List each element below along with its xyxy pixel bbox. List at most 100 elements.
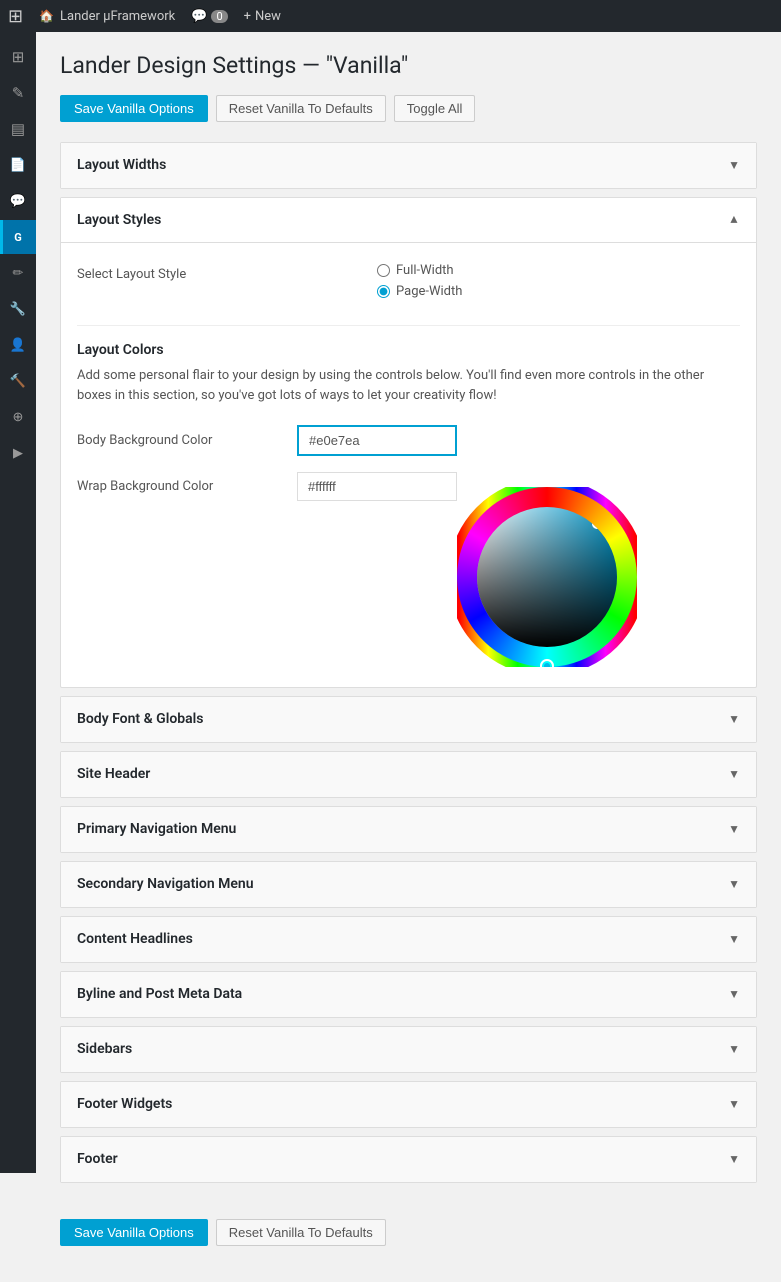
comments-link[interactable]: 💬 0 [191, 9, 227, 24]
footer-widgets-header[interactable]: Footer Widgets ▼ [61, 1082, 756, 1127]
layout-styles-label: Layout Styles [77, 212, 161, 228]
wp-logo-icon[interactable]: ⊞ [8, 6, 23, 27]
layout-widths-chevron: ▼ [728, 158, 740, 172]
toolbar: Save Vanilla Options Reset Vanilla To De… [60, 95, 757, 122]
save-button[interactable]: Save Vanilla Options [60, 95, 208, 122]
sidebars-chevron: ▼ [728, 1042, 740, 1056]
sidebar-item-posts[interactable]: ✎ [0, 76, 36, 110]
bottom-save-button[interactable]: Save Vanilla Options [60, 1219, 208, 1246]
byline-chevron: ▼ [728, 987, 740, 1001]
layout-styles-chevron: ▼ [728, 213, 740, 227]
layout-colors-title: Layout Colors [77, 342, 740, 358]
body-font-header[interactable]: Body Font & Globals ▼ [61, 697, 756, 742]
full-width-label: Full-Width [396, 263, 454, 278]
content-headlines-chevron: ▼ [728, 932, 740, 946]
toggle-all-button[interactable]: Toggle All [394, 95, 476, 122]
sidebars-section: Sidebars ▼ [60, 1026, 757, 1073]
sidebar-item-plugin-g[interactable]: G [0, 220, 36, 254]
color-picker-container[interactable] [457, 487, 637, 667]
admin-bar: ⊞ 🏠 Lander μFramework 💬 0 + New [0, 0, 781, 32]
sidebar-item-users[interactable]: 👤 [0, 328, 36, 362]
layout-styles-body: Select Layout Style Full-Width Page-Widt… [61, 243, 756, 687]
sidebar-item-comments[interactable]: 💬 [0, 184, 36, 218]
page-width-label: Page-Width [396, 284, 462, 299]
layout-styles-section: Layout Styles ▼ Select Layout Style Full… [60, 197, 757, 688]
footer-widgets-chevron: ▼ [728, 1097, 740, 1111]
layout-widths-header[interactable]: Layout Widths ▼ [61, 143, 756, 188]
sidebar-item-tools[interactable]: 🔨 [0, 364, 36, 398]
body-bg-row: Body Background Color [77, 425, 740, 456]
divider [77, 325, 740, 326]
settings-icon: ⊕ [13, 410, 24, 425]
page-title: Lander Design Settings — "Vanilla" [60, 52, 757, 79]
content-headlines-header[interactable]: Content Headlines ▼ [61, 917, 756, 962]
tools-icon: 🔨 [10, 374, 26, 389]
footer-label: Footer [77, 1151, 118, 1167]
secondary-nav-header[interactable]: Secondary Navigation Menu ▼ [61, 862, 756, 907]
site-header-section: Site Header ▼ [60, 751, 757, 798]
full-width-radio[interactable] [377, 264, 390, 277]
page-width-option[interactable]: Page-Width [377, 284, 740, 299]
body-font-label: Body Font & Globals [77, 711, 204, 727]
body-font-chevron: ▼ [728, 712, 740, 726]
primary-nav-header[interactable]: Primary Navigation Menu ▼ [61, 807, 756, 852]
sidebar-item-media[interactable]: ▤ [0, 112, 36, 146]
secondary-nav-chevron: ▼ [728, 877, 740, 891]
sidebar-item-play[interactable]: ▶ [0, 436, 36, 470]
secondary-nav-section: Secondary Navigation Menu ▼ [60, 861, 757, 908]
sidebar-item-plugins[interactable]: 🔧 [0, 292, 36, 326]
byline-section: Byline and Post Meta Data ▼ [60, 971, 757, 1018]
layout-widths-label: Layout Widths [77, 157, 166, 173]
wrap-bg-input[interactable] [297, 472, 457, 501]
sidebars-header[interactable]: Sidebars ▼ [61, 1027, 756, 1072]
footer-widgets-label: Footer Widgets [77, 1096, 172, 1112]
wrap-bg-section: Wrap Background Color [77, 472, 740, 517]
house-icon: 🏠 [39, 9, 54, 23]
wrap-bg-row: Wrap Background Color [77, 472, 457, 501]
layout-style-label: Select Layout Style [77, 263, 377, 282]
layout-style-row: Select Layout Style Full-Width Page-Widt… [77, 263, 740, 305]
body-font-section: Body Font & Globals ▼ [60, 696, 757, 743]
layout-style-options: Full-Width Page-Width [377, 263, 740, 305]
footer-widgets-section: Footer Widgets ▼ [60, 1081, 757, 1128]
reset-button[interactable]: Reset Vanilla To Defaults [216, 95, 386, 122]
byline-header[interactable]: Byline and Post Meta Data ▼ [61, 972, 756, 1017]
site-header-label: Site Header [77, 766, 150, 782]
plus-icon: + [244, 9, 251, 24]
sidebar-item-pages[interactable]: 📄 [0, 148, 36, 182]
footer-section: Footer ▼ [60, 1136, 757, 1183]
content-headlines-section: Content Headlines ▼ [60, 916, 757, 963]
byline-label: Byline and Post Meta Data [77, 986, 242, 1002]
plugin-avatar: G [6, 225, 30, 249]
body-bg-label: Body Background Color [77, 433, 297, 448]
bottom-reset-button[interactable]: Reset Vanilla To Defaults [216, 1219, 386, 1246]
comment-count-badge: 0 [211, 10, 227, 23]
primary-nav-section: Primary Navigation Menu ▼ [60, 806, 757, 853]
footer-chevron: ▼ [728, 1152, 740, 1166]
new-menu[interactable]: + New [244, 9, 281, 24]
body-bg-input[interactable] [297, 425, 457, 456]
color-wheel-svg[interactable] [457, 487, 637, 667]
media-icon: ▤ [11, 120, 25, 138]
play-icon: ▶ [13, 446, 23, 461]
sidebar-item-appearance[interactable]: ✏ [0, 256, 36, 290]
layout-widths-section: Layout Widths ▼ [60, 142, 757, 189]
full-width-option[interactable]: Full-Width [377, 263, 740, 278]
dashboard-icon: ⊞ [12, 48, 25, 66]
sidebar-item-settings[interactable]: ⊕ [0, 400, 36, 434]
site-name[interactable]: 🏠 Lander μFramework [39, 9, 175, 24]
plugins-icon: 🔧 [10, 302, 26, 317]
content-headlines-label: Content Headlines [77, 931, 193, 947]
primary-nav-chevron: ▼ [728, 822, 740, 836]
sidebar-item-dashboard[interactable]: ⊞ [0, 40, 36, 74]
layout-colors-description: Add some personal flair to your design b… [77, 366, 740, 405]
primary-nav-label: Primary Navigation Menu [77, 821, 236, 837]
page-width-radio[interactable] [377, 285, 390, 298]
site-header-header[interactable]: Site Header ▼ [61, 752, 756, 797]
layout-styles-header[interactable]: Layout Styles ▼ [61, 198, 756, 243]
bottom-toolbar: Save Vanilla Options Reset Vanilla To De… [60, 1203, 757, 1262]
users-icon: 👤 [10, 338, 26, 353]
sidebar: ⊞ ✎ ▤ 📄 💬 G ✏ 🔧 👤 🔨 ⊕ ▶ [0, 32, 36, 1173]
footer-header[interactable]: Footer ▼ [61, 1137, 756, 1182]
wrap-bg-input-section: Wrap Background Color [77, 472, 457, 517]
